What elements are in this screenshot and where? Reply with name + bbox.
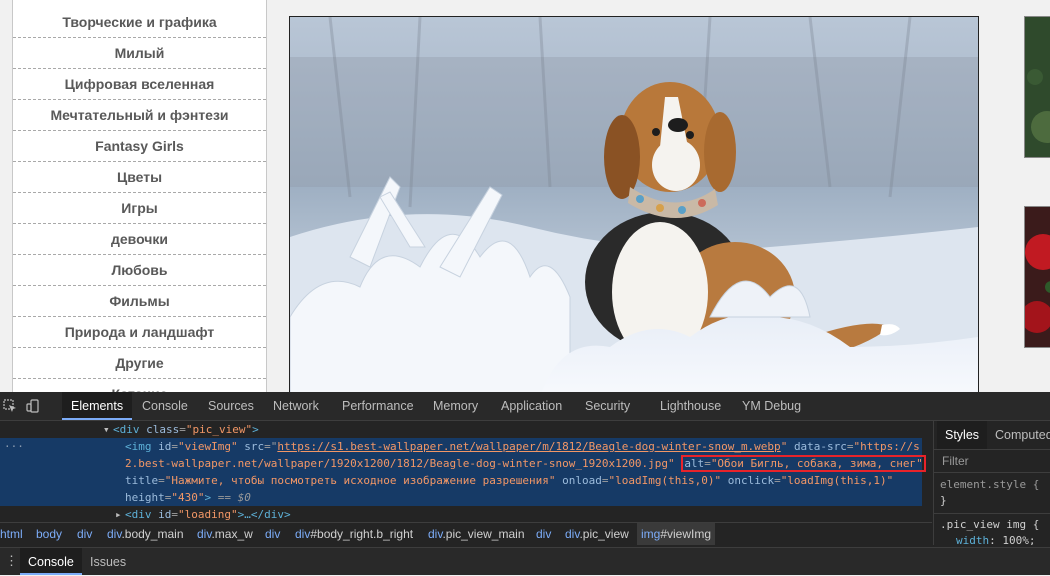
category-item[interactable]: Fantasy Girls <box>13 131 266 162</box>
breadcrumb-item[interactable]: div <box>265 523 280 545</box>
devtools-drawer: ⋮ Console Issues <box>0 547 1050 575</box>
tab-elements[interactable]: Elements <box>62 392 133 420</box>
breadcrumb: html body div div.body_main div.max_w di… <box>0 522 932 545</box>
attr-name: class <box>146 423 180 436</box>
category-item[interactable]: Любовь <box>13 255 266 286</box>
category-item[interactable]: Игры <box>13 193 266 224</box>
more-options-icon[interactable]: ⋮ <box>5 554 18 567</box>
alt-value: "Обои Бигль, собака, зима, снег" <box>710 457 923 470</box>
attr-value: "loadImg(this,1)" <box>780 474 894 487</box>
tab-styles[interactable]: Styles <box>937 421 988 449</box>
attr-name: id <box>158 440 172 453</box>
rule-close: } <box>940 494 947 507</box>
breadcrumb-item[interactable]: body <box>36 523 62 545</box>
attr-name: height <box>125 491 165 504</box>
breadcrumb-item[interactable]: div <box>77 523 92 545</box>
attr-value: "430" <box>171 491 205 504</box>
breadcrumb-item[interactable]: div#body_right.b_right <box>295 523 413 545</box>
attr-name: src <box>244 440 265 453</box>
category-item[interactable]: Цифровая вселенная <box>13 69 266 100</box>
attr-value: "loadImg(this,0)" <box>608 474 722 487</box>
breadcrumb-item[interactable]: html <box>0 523 23 545</box>
dom-node-loading[interactable]: ▸ <div id="loading">…</div> <box>0 506 922 521</box>
tab-sources[interactable]: Sources <box>199 392 263 420</box>
category-item[interactable]: Милый <box>13 38 266 69</box>
breadcrumb-item-active[interactable]: img#viewImg <box>637 523 716 545</box>
tab-ym-debug[interactable]: YM Debug <box>733 392 810 420</box>
tab-lighthouse[interactable]: Lighthouse <box>651 392 730 420</box>
tag-name: <div <box>113 423 140 436</box>
breadcrumb-item[interactable]: div.max_w <box>197 523 253 545</box>
css-selector[interactable]: .pic_view img { <box>934 517 1050 533</box>
devtools-panel: Elements Console Sources Network Perform… <box>0 392 1050 575</box>
dom-node-img-cont[interactable]: height="430"> == $0 <box>0 489 922 506</box>
tab-application[interactable]: Application <box>492 392 571 420</box>
web-page: Творческие и графика Милый Цифровая всел… <box>0 0 1050 392</box>
tab-network[interactable]: Network <box>264 392 328 420</box>
thumbnail-image <box>1025 17 1050 157</box>
attr-name: id <box>158 508 172 521</box>
attr-value: 2.best-wallpaper.net/wallpaper/1920x1200… <box>125 457 675 470</box>
breadcrumb-item[interactable]: div.pic_view_main <box>428 523 525 545</box>
dom-node-img-cont[interactable]: 2.best-wallpaper.net/wallpaper/1920x1200… <box>0 455 926 472</box>
category-item[interactable]: Фильмы <box>13 286 266 317</box>
tab-memory[interactable]: Memory <box>424 392 487 420</box>
inspect-element-icon[interactable] <box>3 399 17 413</box>
drawer-tab-issues[interactable]: Issues <box>82 548 134 575</box>
console-ref-marker: == $0 <box>211 491 251 504</box>
category-item[interactable]: Творческие и графика <box>13 0 266 38</box>
drawer-tab-console[interactable]: Console <box>20 548 82 575</box>
attr-value: "viewImg" <box>178 440 238 453</box>
styles-filter-input[interactable]: Filter <box>934 450 1050 473</box>
beagle-snow-photo <box>290 17 978 392</box>
category-list: Творческие и графика Милый Цифровая всел… <box>12 0 267 392</box>
thumbnail-roses[interactable] <box>1024 206 1050 348</box>
attr-value: "loading" <box>178 508 238 521</box>
collapse-triangle-icon[interactable]: ▾ <box>103 421 110 438</box>
thumbnail-image <box>1025 207 1050 347</box>
styles-tab-bar: Styles Computed <box>934 421 1050 450</box>
category-item[interactable]: Мечтательный и фэнтези <box>13 100 266 131</box>
attr-value: "https://s <box>853 440 920 453</box>
tag-close: >…</div> <box>237 508 291 521</box>
tag-name: <img <box>125 440 152 453</box>
css-declaration[interactable]: width: 100%; <box>934 533 1050 545</box>
elements-tree: ▾ <div class="pic_view"> ··· <img id="vi… <box>0 421 932 521</box>
category-item[interactable]: девочки <box>13 224 266 255</box>
category-item[interactable]: Цветы <box>13 162 266 193</box>
main-wallpaper-image[interactable] <box>289 16 979 392</box>
attr-name: onclick <box>727 474 775 487</box>
thumbnail-dark[interactable] <box>1024 16 1050 158</box>
category-item[interactable]: Катание <box>13 379 266 392</box>
attr-value: "pic_view" <box>185 423 253 436</box>
device-toolbar-icon[interactable] <box>26 399 40 413</box>
attr-name: data-src <box>793 440 847 453</box>
alt-attribute-highlight: alt="Обои Бигль, собака, зима, снег" <box>681 455 926 472</box>
tag-name: <div <box>125 508 152 521</box>
breadcrumb-item[interactable]: div.pic_view <box>565 523 629 545</box>
styles-pane: Styles Computed Filter element.style { }… <box>933 421 1050 545</box>
dom-node-img-cont[interactable]: title="Нажмите, чтобы посмотреть исходно… <box>0 472 922 489</box>
dom-node-img[interactable]: ··· <img id="viewImg" src="https://s1.be… <box>0 438 922 455</box>
dom-node-pic-view[interactable]: ▾ <div class="pic_view"> <box>0 421 922 438</box>
attr-name: alt <box>684 457 705 470</box>
src-link[interactable]: https://s1.best-wallpaper.net/wallpaper/… <box>277 440 780 453</box>
tag-close: > <box>252 423 259 436</box>
tab-security[interactable]: Security <box>576 392 639 420</box>
element-style-rule[interactable]: element.style { <box>934 477 1050 493</box>
attr-value: "Нажмите, чтобы посмотреть исходное изоб… <box>164 474 556 487</box>
tab-performance[interactable]: Performance <box>333 392 423 420</box>
expand-triangle-icon[interactable]: ▸ <box>115 506 122 521</box>
attr-name: onload <box>562 474 602 487</box>
tab-computed[interactable]: Computed <box>987 421 1050 449</box>
category-item[interactable]: Другие <box>13 348 266 379</box>
tab-console[interactable]: Console <box>133 392 197 420</box>
devtools-tab-bar: Elements Console Sources Network Perform… <box>0 392 1050 421</box>
breadcrumb-item[interactable]: div <box>536 523 551 545</box>
attr-name: title <box>125 474 159 487</box>
category-item[interactable]: Природа и ландшафт <box>13 317 266 348</box>
breadcrumb-item[interactable]: div.body_main <box>107 523 184 545</box>
